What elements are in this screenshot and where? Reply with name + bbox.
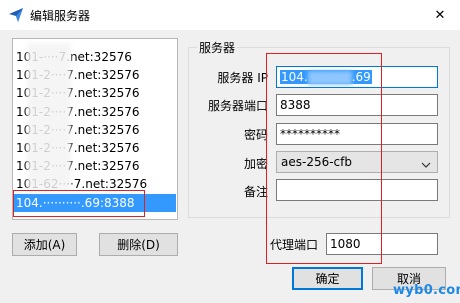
remarks-field[interactable] bbox=[276, 179, 438, 201]
chevron-down-icon bbox=[421, 156, 431, 168]
ok-button-label: 确定 bbox=[315, 272, 340, 286]
delete-button[interactable]: 删除(D) bbox=[99, 233, 178, 256]
server-list-item[interactable]: 104.··········.69:8388 bbox=[14, 193, 176, 212]
watermark: wyb0.com bbox=[393, 283, 460, 298]
remarks-label: 备注 bbox=[243, 185, 268, 199]
server-ip-value-suffix: .69 bbox=[351, 70, 371, 84]
close-button[interactable]: ✕ bbox=[426, 3, 454, 27]
server-port-label: 服务器端口 bbox=[207, 99, 268, 113]
server-ip-selection: 104. .69 bbox=[280, 70, 372, 85]
add-button[interactable]: 添加(A) bbox=[12, 233, 77, 256]
redaction-smear bbox=[27, 43, 71, 191]
server-list-item-label: 104.··········.69:8388 bbox=[16, 195, 135, 210]
server-group-legend: 服务器 bbox=[197, 39, 238, 56]
proxy-port-field[interactable]: 1080 bbox=[326, 233, 438, 255]
add-button-label: 添加(A) bbox=[23, 238, 66, 252]
ok-button[interactable]: 确定 bbox=[292, 267, 363, 290]
paper-plane-icon bbox=[8, 7, 24, 23]
server-ip-label: 服务器 IP bbox=[217, 71, 268, 85]
encryption-label: 加密 bbox=[243, 157, 268, 171]
delete-button-label: 删除(D) bbox=[117, 238, 160, 252]
server-ip-field[interactable]: 104. .69 bbox=[276, 66, 438, 88]
server-port-field[interactable]: 8388 bbox=[276, 94, 438, 116]
server-ip-value-prefix: 104. bbox=[281, 70, 308, 84]
close-icon: ✕ bbox=[434, 7, 446, 23]
encryption-select[interactable]: aes-256-cfb bbox=[276, 151, 438, 173]
password-field[interactable]: ********** bbox=[276, 123, 438, 145]
server-ip-redacted bbox=[307, 70, 352, 85]
password-label: 密码 bbox=[243, 128, 268, 142]
server-list[interactable]: 101-····7.net:32576 101-2····7.net:32576 1… bbox=[12, 38, 178, 220]
encryption-value: aes-256-cfb bbox=[281, 155, 352, 169]
window-title: 编辑服务器 bbox=[30, 9, 91, 23]
proxy-port-label: 代理端口 bbox=[269, 238, 318, 252]
